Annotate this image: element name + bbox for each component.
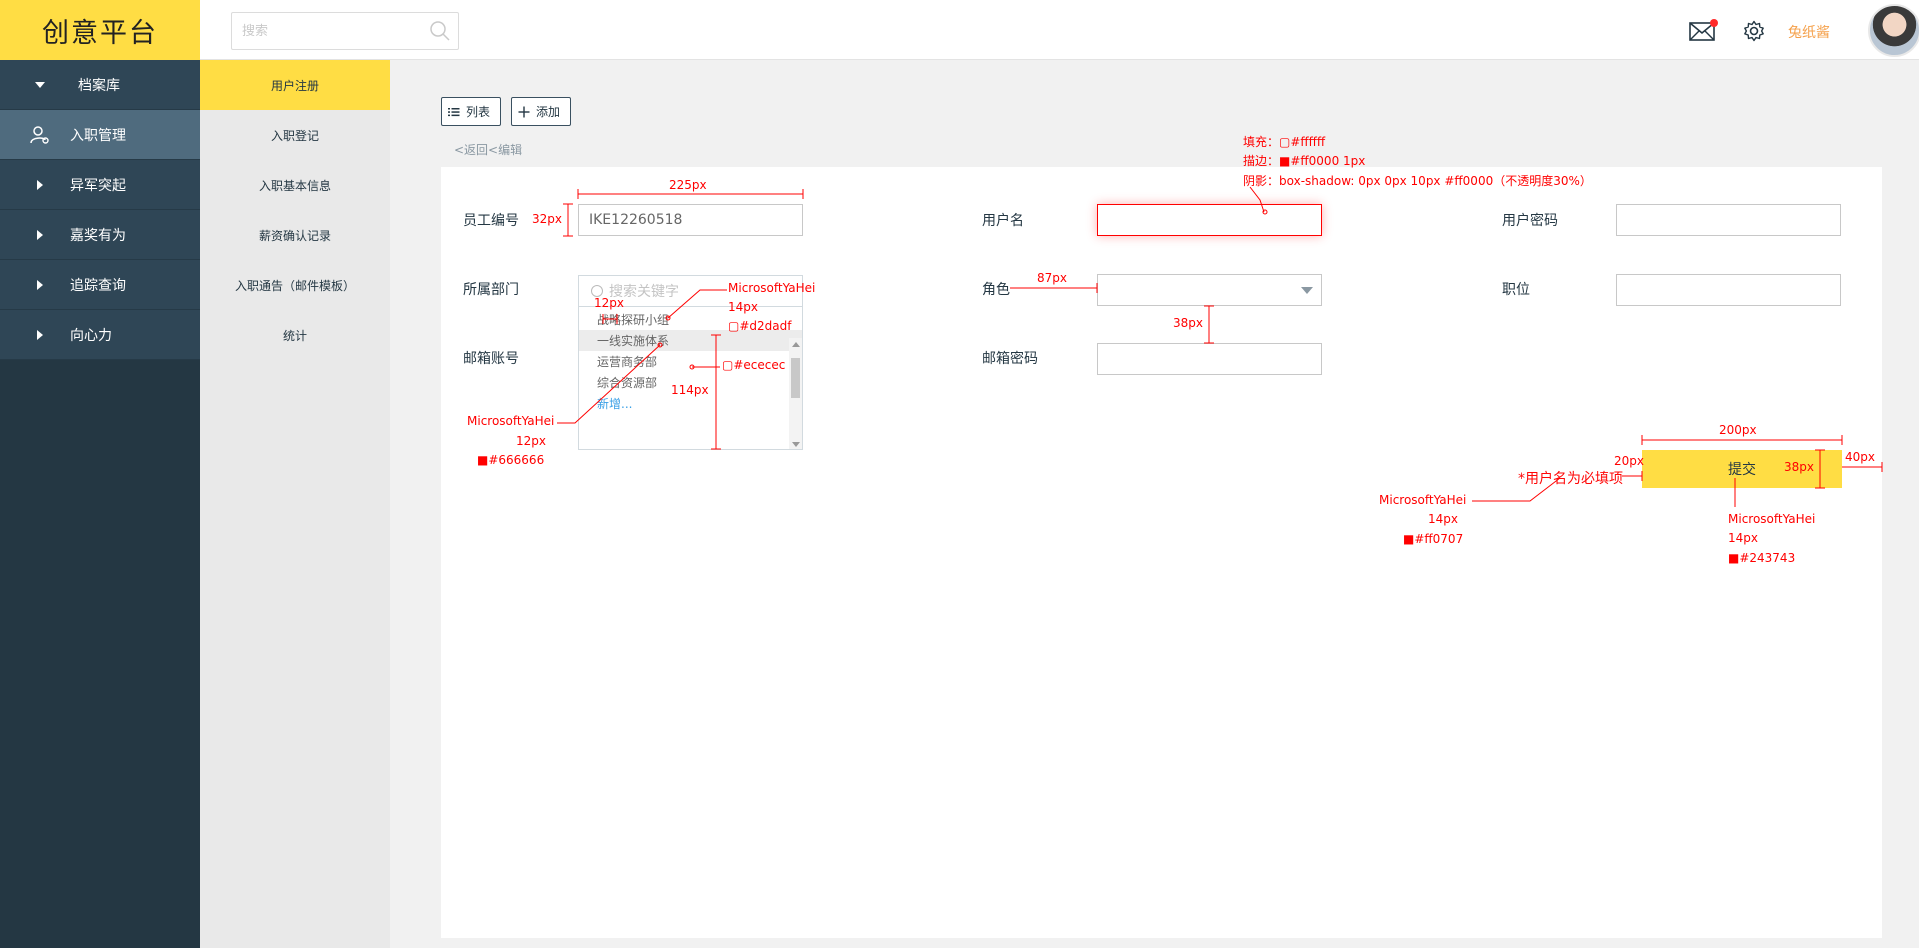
app-logo[interactable]: 创意平台 bbox=[0, 0, 200, 60]
sidebar-item-label: 嘉奖有为 bbox=[70, 227, 126, 244]
breadcrumb[interactable]: <返回<编辑 bbox=[454, 141, 522, 158]
sidebar-item-archive[interactable]: 档案库 bbox=[0, 60, 200, 110]
annotation-label-gap: 87px bbox=[1037, 271, 1067, 285]
annotation-button-height: 38px bbox=[1784, 460, 1814, 474]
subnav-item-salary-records[interactable]: 薪资确认记录 bbox=[200, 210, 390, 260]
list-icon bbox=[448, 107, 460, 116]
annotation-note-color: ■#ff0707 bbox=[1403, 532, 1464, 546]
subnav-item-user-register[interactable]: 用户注册 bbox=[200, 60, 390, 110]
list-button[interactable]: 列表 bbox=[441, 97, 501, 126]
password-label: 用户密码 bbox=[1502, 213, 1558, 229]
plus-icon bbox=[518, 106, 530, 117]
scroll-down-icon[interactable] bbox=[792, 442, 800, 447]
employee-id-field[interactable]: IKE12260518 bbox=[578, 204, 803, 236]
caret-right-icon bbox=[37, 329, 43, 340]
search-input[interactable] bbox=[232, 13, 422, 49]
annotation-dropdown-size: 14px bbox=[728, 300, 758, 314]
annotation-button-size: 14px bbox=[1728, 531, 1758, 545]
employee-id-label: 员工编号 bbox=[463, 213, 519, 229]
sub-navigation: 用户注册 入职登记 入职基本信息 薪资确认记录 入职通告（邮件模板） 统计 bbox=[200, 60, 390, 948]
sidebar-item-label: 入职管理 bbox=[70, 127, 126, 144]
subnav-item-basic-info[interactable]: 入职基本信息 bbox=[200, 160, 390, 210]
password-field[interactable] bbox=[1616, 204, 1841, 236]
subnav-item-statistics[interactable]: 统计 bbox=[200, 310, 390, 360]
caret-right-icon bbox=[37, 279, 43, 290]
annotation-option-font: MicrosoftYaHei bbox=[467, 414, 555, 428]
annotation-option-size: 12px bbox=[516, 434, 546, 448]
annotation-dropdown-font: MicrosoftYaHei bbox=[728, 281, 816, 295]
sidebar-item-tracking[interactable]: 追踪查询 bbox=[0, 260, 200, 310]
required-note: *用户名为必填项 bbox=[1518, 471, 1623, 487]
dropdown-scrollbar[interactable] bbox=[789, 338, 802, 449]
add-button-label: 添加 bbox=[536, 105, 561, 119]
annotation-height: 32px bbox=[532, 212, 562, 226]
sidebar-item-label: 异军突起 bbox=[70, 177, 126, 194]
sidebar: 档案库 入职管理 异军突起 嘉奖有为 追踪查询 向心力 bbox=[0, 60, 200, 948]
position-field[interactable] bbox=[1616, 274, 1841, 306]
top-bar: 兔纸酱 bbox=[200, 0, 1919, 60]
list-button-label: 列表 bbox=[466, 105, 491, 119]
annotation-button-color: ■#243743 bbox=[1728, 551, 1796, 565]
sidebar-item-onboarding[interactable]: 入职管理 bbox=[0, 110, 200, 160]
sidebar-item-label: 向心力 bbox=[70, 327, 112, 344]
annotation-row-gap: 38px bbox=[1173, 316, 1203, 330]
username[interactable]: 兔纸酱 bbox=[1788, 22, 1830, 42]
annotation-option-color: ■#666666 bbox=[477, 453, 545, 467]
annotation-note-font: MicrosoftYaHei bbox=[1379, 493, 1467, 507]
annotation-button-width: 200px bbox=[1719, 423, 1757, 437]
subnav-item-email-template[interactable]: 入职通告（邮件模板） bbox=[200, 260, 390, 310]
add-button[interactable]: 添加 bbox=[511, 97, 571, 126]
caret-down-icon bbox=[35, 81, 45, 88]
gear-icon[interactable] bbox=[1743, 20, 1765, 42]
annotation-note-size: 14px bbox=[1428, 512, 1458, 526]
annotation-error-fill: 填充：▢#ffffff bbox=[1243, 135, 1326, 149]
annotation-list-height: 114px bbox=[671, 383, 709, 397]
email-password-field[interactable] bbox=[1097, 343, 1322, 375]
annotation-error-stroke: 描边：■#ff0000 1px bbox=[1243, 154, 1366, 168]
annotation-width: 225px bbox=[669, 178, 707, 192]
department-label: 所属部门 bbox=[463, 282, 519, 298]
user-settings-icon bbox=[30, 125, 49, 144]
scroll-up-icon[interactable] bbox=[792, 342, 800, 347]
annotation-padding: 12px bbox=[594, 296, 624, 310]
scroll-thumb[interactable] bbox=[791, 358, 800, 398]
annotation-dropdown-color: ▢#d2dadf bbox=[728, 319, 792, 333]
position-label: 职位 bbox=[1502, 282, 1530, 298]
annotation-right-gap: 40px bbox=[1845, 450, 1875, 464]
role-label: 角色 bbox=[982, 282, 1010, 298]
annotation-button-font: MicrosoftYaHei bbox=[1728, 512, 1816, 526]
sidebar-item-rise[interactable]: 异军突起 bbox=[0, 160, 200, 210]
caret-right-icon bbox=[37, 179, 43, 190]
annotation-note-gap: 20px bbox=[1614, 454, 1644, 468]
role-select[interactable] bbox=[1097, 274, 1322, 306]
sidebar-item-cohesion[interactable]: 向心力 bbox=[0, 310, 200, 360]
sidebar-item-awards[interactable]: 嘉奖有为 bbox=[0, 210, 200, 260]
username-label: 用户名 bbox=[982, 213, 1024, 229]
email-label: 邮箱账号 bbox=[463, 351, 519, 367]
caret-right-icon bbox=[37, 229, 43, 240]
annotation-error-shadow: 阴影：box-shadow: 0px 0px 10px #ff0000（不透明度… bbox=[1243, 174, 1592, 188]
sidebar-item-label: 档案库 bbox=[78, 77, 120, 94]
search-box[interactable] bbox=[231, 12, 459, 50]
search-icon[interactable] bbox=[429, 20, 451, 42]
chevron-down-icon bbox=[1301, 287, 1313, 294]
sidebar-item-label: 追踪查询 bbox=[70, 277, 126, 294]
subnav-item-onboard-register[interactable]: 入职登记 bbox=[200, 110, 390, 160]
email-password-label: 邮箱密码 bbox=[982, 351, 1038, 367]
notification-dot bbox=[1710, 19, 1718, 27]
avatar[interactable] bbox=[1868, 4, 1919, 57]
annotation-hover-color: ▢#ececec bbox=[722, 358, 786, 372]
username-field[interactable] bbox=[1097, 204, 1322, 236]
